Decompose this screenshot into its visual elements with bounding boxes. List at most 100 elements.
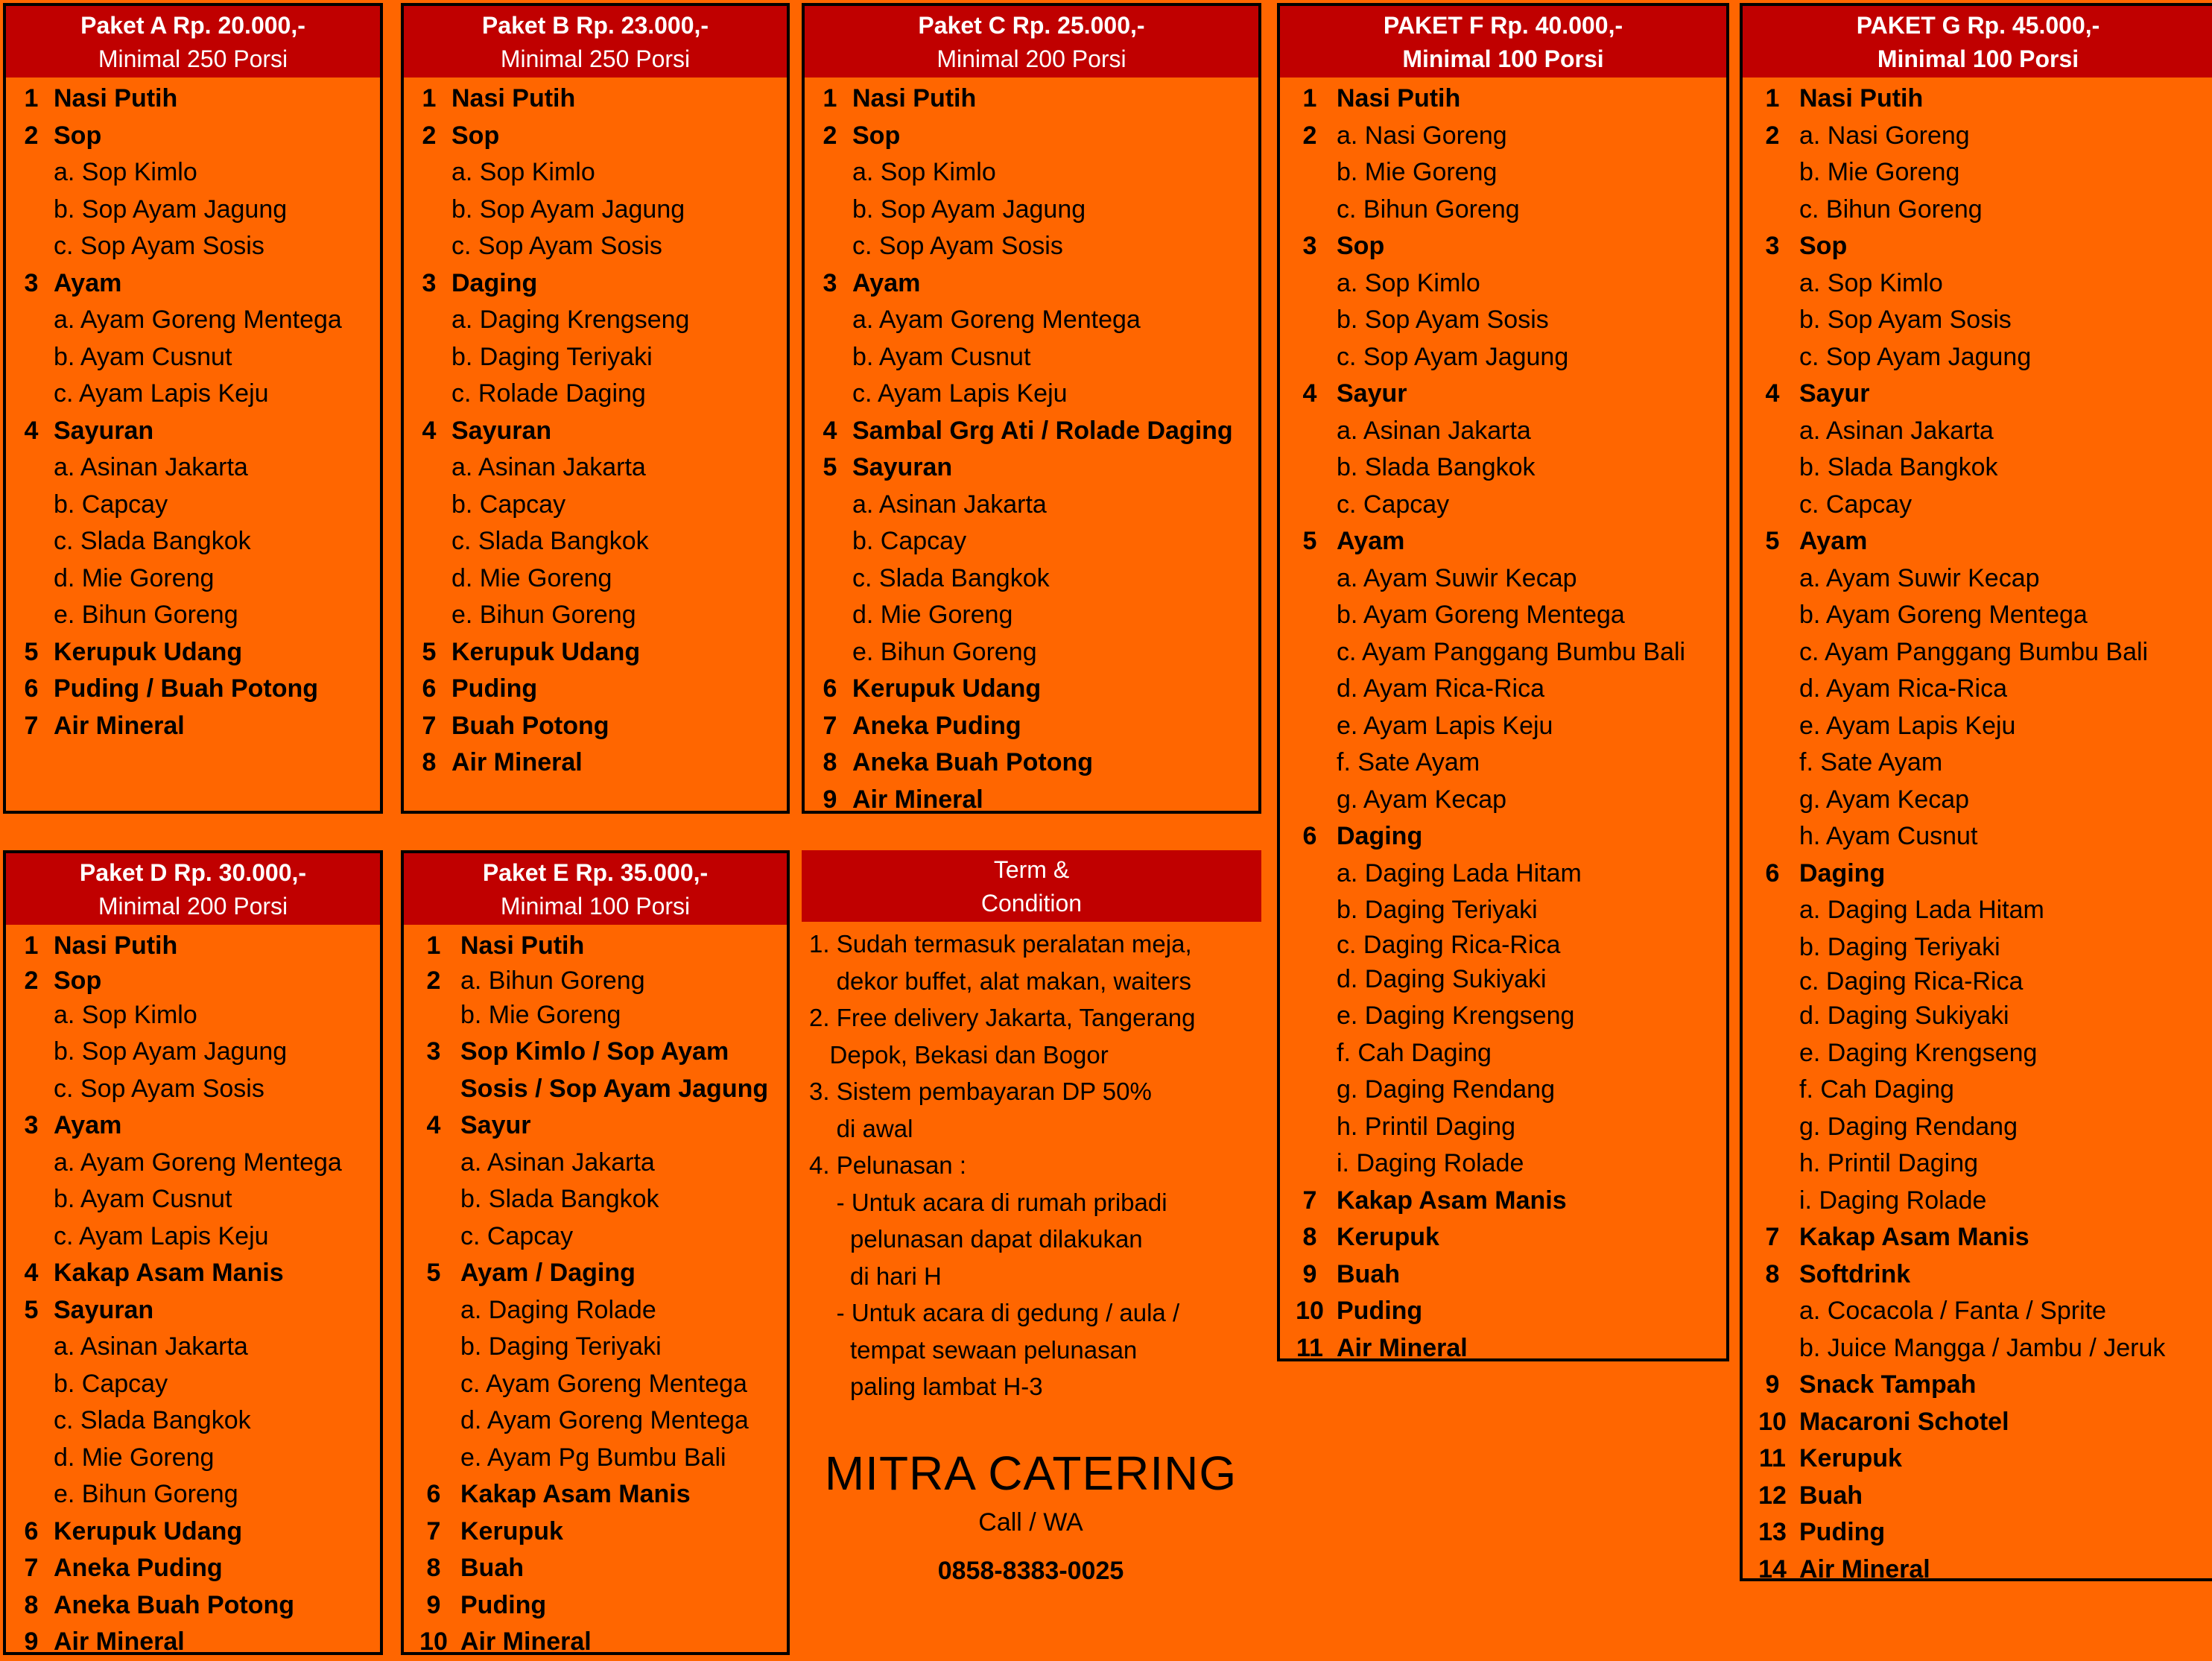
brand-name: MITRA CATERING (824, 1446, 1237, 1500)
menu-item: 7 Air Mineral (6, 708, 380, 745)
menu-subitem-label: c. Ayam Lapis Keju (852, 379, 1068, 408)
menu-item: 8 Air Mineral (404, 744, 787, 782)
menu-subitem-label: a. Sop Kimlo (852, 158, 996, 187)
menu-item: c. Ayam Goreng Mentega (404, 1366, 787, 1403)
menu-subitem-label: c. Sop Ayam Sosis (852, 232, 1063, 261)
terms-title-line2: Condition (980, 890, 1083, 917)
menu-item-label: Sop (451, 121, 500, 150)
menu-subitem-label: d. Mie Goreng (852, 601, 1013, 630)
menu-subitem-label: f. Sate Ayam (1337, 748, 1480, 777)
menu-subitem-label: c. Daging Rica-Rica (1337, 930, 1561, 959)
menu-item-label: Buah (460, 1554, 524, 1583)
menu-item: c. Ayam Panggang Bumbu Bali (1280, 634, 1726, 671)
menu-subitem-label: b. Daging Teriyaki (451, 342, 653, 371)
menu-item: 2 a. Nasi Goreng (1743, 118, 2212, 155)
menu-item: 2 Sop (404, 118, 787, 155)
menu-item-number: 12 (1758, 1481, 1787, 1510)
menu-subitem-label: b. Sop Ayam Jagung (451, 194, 685, 224)
menu-item: e. Bihun Goreng (404, 597, 787, 634)
terms-line: di awal (809, 1114, 913, 1142)
menu-item-number: 10 (1296, 1297, 1324, 1326)
menu-item: b. Ayam Cusnut (6, 1181, 380, 1218)
menu-item-label: Air Mineral (54, 1627, 185, 1657)
terms-list: 1. Sudah termasuk peralatan meja, dekor … (809, 926, 1256, 1405)
menu-list: 1 Nasi Putih 2 Sop a. Sop Kimlo b. Sop Ayam J… (404, 77, 787, 782)
menu-subitem-label: c. Bihun Goreng (1337, 194, 1520, 224)
menu-subitem-label: b. Juice Mangga / Jambu / Jeruk (1799, 1333, 2166, 1362)
menu-item: 9 Snack Tampah (1743, 1367, 2212, 1404)
menu-item: b. Ayam Cusnut (6, 339, 380, 376)
menu-item: e. Daging Krengseng (1280, 998, 1726, 1035)
menu-item-label: Sayuran (852, 453, 953, 482)
package-minimum: Minimal 250 Porsi (500, 45, 691, 72)
menu-item: f. Sate Ayam (1743, 744, 2212, 782)
menu-item-label: Kakap Asam Manis (1799, 1223, 2029, 1252)
menu-item-label: Nasi Putih (1799, 84, 1924, 113)
package-card-d: Paket D Rp. 30.000,- Minimal 200 Porsi 1… (3, 850, 383, 1656)
menu-item-number: 11 (1296, 1333, 1323, 1362)
package-header: Paket E Rp. 35.000,- Minimal 100 Porsi (404, 853, 787, 925)
menu-item-number: 1 (823, 84, 837, 113)
menu-item-label: Daging (451, 268, 538, 297)
terms-line: di hari H (809, 1262, 942, 1290)
menu-subitem-label: b. Ayam Goreng Mentega (1337, 601, 1625, 630)
menu-item: a. Daging Lada Hitam (1743, 892, 2212, 929)
terms-title-line1: Term & (993, 856, 1070, 883)
menu-item: f. Cah Daging (1280, 1035, 1726, 1072)
menu-list: 1 Nasi Putih 2 Sop a. Sop Kimlo b. Sop Ayam J… (805, 77, 1258, 818)
terms-line: 1. Sudah termasuk peralatan meja, (809, 930, 1192, 958)
menu-item-number: 7 (426, 1516, 441, 1545)
menu-item-number: 3 (1302, 232, 1317, 261)
menu-item: e. Ayam Lapis Keju (1743, 708, 2212, 745)
menu-item-label: Kakap Asam Manis (1337, 1186, 1567, 1215)
menu-item: 9 Air Mineral (6, 1624, 380, 1661)
menu-item: 8 Buah (404, 1550, 787, 1587)
menu-item-number: 4 (24, 1259, 39, 1288)
menu-item: d. Mie Goreng (404, 560, 787, 598)
menu-item-number: 9 (1302, 1259, 1317, 1288)
menu-item-label: Puding (1337, 1297, 1423, 1326)
menu-item-number: 1 (1765, 84, 1780, 113)
menu-item: c. Rolade Daging (404, 376, 787, 413)
menu-list: 1 Nasi Putih 2 Sop a. Sop Kimlo b. Sop Ayam J… (6, 925, 380, 1661)
menu-subitem-label: h. Printil Daging (1337, 1112, 1516, 1141)
menu-item: b. Daging Teriyaki (404, 339, 787, 376)
call-label: Call / WA (978, 1508, 1083, 1537)
package-header: Paket A Rp. 20.000,- Minimal 250 Porsi (6, 6, 380, 77)
menu-item-label: Ayam (54, 268, 122, 297)
menu-item-number: 7 (24, 711, 39, 740)
menu-item: c. Capcay (1743, 487, 2212, 524)
menu-item: 1 Nasi Putih (1743, 80, 2212, 118)
menu-item-number: 7 (422, 711, 437, 740)
terms-line: paling lambat H-3 (809, 1373, 1043, 1400)
menu-item-number: 1 (422, 84, 437, 113)
menu-subitem-label: d. Mie Goreng (451, 563, 612, 592)
menu-item-number: 8 (823, 748, 837, 777)
menu-item-number: 5 (422, 637, 437, 666)
menu-item-label: Sambal Grg Ati / Rolade Daging (852, 416, 1233, 445)
menu-item: c. Capcay (404, 1218, 787, 1256)
menu-item: h. Printil Daging (1743, 1145, 2212, 1183)
menu-subitem-label: c. Sop Ayam Jagung (1337, 342, 1569, 371)
menu-item-label: Air Mineral (1337, 1333, 1468, 1362)
menu-item: a. Sop Kimlo (805, 154, 1258, 192)
menu-item: 5 Kerupuk Udang (6, 634, 380, 671)
menu-item: b. Capcay (6, 487, 380, 524)
menu-subitem-label: c. Daging Rica-Rica (1799, 967, 2024, 996)
menu-item: 4 Sambal Grg Ati / Rolade Daging (805, 413, 1258, 450)
menu-item-number: 6 (24, 674, 39, 703)
menu-item: a. Cocacola / Fanta / Sprite (1743, 1293, 2212, 1330)
menu-item: c. Daging Rica-Rica (1280, 929, 1726, 961)
menu-item-number: 3 (1765, 232, 1780, 261)
phone-number[interactable]: 0858-8383-0025 (802, 1557, 1260, 1586)
menu-item: c. Slada Bangkok (404, 523, 787, 560)
menu-item-label: Nasi Putih (54, 84, 178, 113)
menu-item-number: 4 (1765, 379, 1780, 408)
menu-item: b. Daging Teriyaki (1280, 892, 1726, 929)
menu-item: 3 Sop Kimlo / Sop Ayam (404, 1034, 787, 1071)
menu-item: e. Bihun Goreng (6, 1476, 380, 1513)
package-header: PAKET F Rp. 40.000,- Minimal 100 Porsi (1280, 6, 1726, 77)
menu-item: b. Daging Teriyaki (1743, 929, 2212, 966)
menu-subitem-label: a. Daging Lada Hitam (1799, 896, 2044, 925)
menu-item-number: 5 (24, 637, 39, 666)
